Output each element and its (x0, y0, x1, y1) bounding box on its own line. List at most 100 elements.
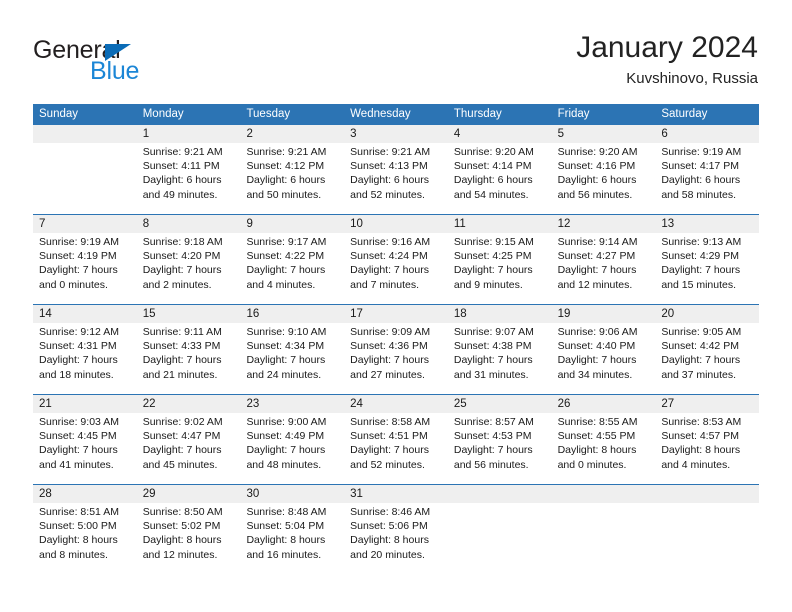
day-cell[interactable]: Sunrise: 9:12 AM Sunset: 4:31 PM Daylight:… (33, 323, 137, 394)
day-cell[interactable]: Sunrise: 9:11 AM Sunset: 4:33 PM Daylight:… (137, 323, 241, 394)
day-number[interactable]: 2 (240, 125, 344, 143)
day-daylight-text: Daylight: 6 hours (350, 174, 429, 187)
day-daylight-text: Daylight: 7 hours (453, 444, 533, 457)
day-number[interactable]: 22 (137, 395, 241, 413)
day-number[interactable]: 30 (240, 485, 344, 503)
day-daylight-text: Daylight: 8 hours (350, 534, 429, 547)
day-number[interactable]: 1 (137, 125, 241, 143)
day-daylight-text: Daylight: 7 hours (661, 264, 741, 277)
day-daylight-text: Daylight: 6 hours (557, 174, 637, 187)
day-number[interactable]: 13 (655, 215, 759, 233)
day-number[interactable]: 11 (448, 215, 552, 233)
day-detail-band: Sunrise: 9:19 AM Sunset: 4:19 PM Daylight:… (33, 233, 759, 304)
day-sunset-text: Sunset: 5:04 PM (246, 520, 325, 533)
day-number[interactable]: 28 (33, 485, 137, 503)
day-daylight-text: and 16 minutes. (246, 548, 322, 561)
day-cell[interactable]: Sunrise: 9:00 AM Sunset: 4:49 PM Daylight:… (240, 413, 344, 484)
day-daylight-text: Daylight: 7 hours (350, 354, 429, 367)
day-number[interactable]: 8 (137, 215, 241, 233)
day-number[interactable]: 25 (448, 395, 552, 413)
calendar-week-row: 14 15 16 17 18 19 20 Sunrise: 9:12 AM Sunset: 4:… (33, 304, 759, 394)
day-daylight-text: and 31 minutes. (453, 368, 529, 381)
day-cell[interactable]: Sunrise: 9:14 AM Sunset: 4:27 PM Daylight:… (552, 233, 656, 304)
day-cell[interactable]: Sunrise: 9:05 AM Sunset: 4:42 PM Daylight:… (655, 323, 759, 394)
day-cell[interactable]: Sunrise: 9:21 AM Sunset: 4:11 PM Daylight:… (137, 143, 241, 214)
day-number[interactable]: 14 (33, 305, 137, 323)
day-number[interactable]: 23 (240, 395, 344, 413)
day-number[interactable]: 12 (552, 215, 656, 233)
day-cell[interactable]: Sunrise: 9:21 AM Sunset: 4:12 PM Daylight:… (240, 143, 344, 214)
day-number[interactable]: 18 (448, 305, 552, 323)
day-cell[interactable]: Sunrise: 9:07 AM Sunset: 4:38 PM Daylight:… (448, 323, 552, 394)
day-sunrise-text: Sunrise: 9:06 AM (557, 326, 638, 338)
day-daylight-text: and 9 minutes. (453, 278, 523, 291)
day-cell[interactable]: Sunrise: 8:50 AM Sunset: 5:02 PM Daylight:… (137, 503, 241, 576)
day-number[interactable]: 16 (240, 305, 344, 323)
day-cell[interactable]: Sunrise: 9:19 AM Sunset: 4:19 PM Daylight:… (33, 233, 137, 304)
day-daylight-text: Daylight: 7 hours (39, 444, 118, 457)
day-cell[interactable]: Sunrise: 9:06 AM Sunset: 4:40 PM Daylight:… (552, 323, 656, 394)
day-number[interactable]: 29 (137, 485, 241, 503)
day-sunset-text: Sunset: 4:40 PM (557, 340, 636, 353)
day-number-empty (33, 125, 137, 143)
day-number[interactable]: 27 (655, 395, 759, 413)
day-daylight-text: and 0 minutes. (39, 278, 108, 291)
day-daylight-text: and 0 minutes. (557, 458, 627, 471)
logo-text-blue: Blue (90, 57, 140, 85)
day-cell[interactable]: Sunrise: 8:53 AM Sunset: 4:57 PM Daylight:… (655, 413, 759, 484)
day-cell[interactable]: Sunrise: 8:46 AM Sunset: 5:06 PM Daylight:… (344, 503, 448, 576)
day-number[interactable]: 9 (240, 215, 344, 233)
day-sunrise-text: Sunrise: 9:21 AM (246, 146, 327, 158)
day-number[interactable]: 26 (552, 395, 656, 413)
day-cell[interactable]: Sunrise: 9:19 AM Sunset: 4:17 PM Daylight:… (655, 143, 759, 214)
day-sunrise-text: Sunrise: 8:57 AM (453, 416, 534, 428)
calendar-week-row: 21 22 23 24 25 26 27 Sunrise: 9:03 AM Sunset: 4:… (33, 394, 759, 484)
day-number[interactable]: 19 (552, 305, 656, 323)
day-number[interactable]: 10 (344, 215, 448, 233)
day-number-band: 28 29 30 31 (33, 485, 759, 503)
day-cell[interactable]: Sunrise: 9:09 AM Sunset: 4:36 PM Daylight:… (344, 323, 448, 394)
day-cell[interactable]: Sunrise: 9:15 AM Sunset: 4:25 PM Daylight:… (448, 233, 552, 304)
day-cell[interactable]: Sunrise: 9:02 AM Sunset: 4:47 PM Daylight:… (137, 413, 241, 484)
day-cell[interactable]: Sunrise: 9:17 AM Sunset: 4:22 PM Daylight:… (240, 233, 344, 304)
day-number[interactable]: 3 (344, 125, 448, 143)
day-number[interactable]: 20 (655, 305, 759, 323)
day-number[interactable]: 21 (33, 395, 137, 413)
day-number[interactable]: 15 (137, 305, 241, 323)
day-daylight-text: Daylight: 6 hours (661, 174, 741, 187)
day-cell[interactable]: Sunrise: 9:03 AM Sunset: 4:45 PM Daylight:… (33, 413, 137, 484)
calendar-week-row: 1 2 3 4 5 6 Sunrise: 9:21 AM Sunset: 4:11 PM Day… (33, 125, 759, 214)
day-cell[interactable]: Sunrise: 8:55 AM Sunset: 4:55 PM Daylight:… (552, 413, 656, 484)
day-daylight-text: and 58 minutes. (661, 188, 737, 201)
day-number[interactable]: 6 (655, 125, 759, 143)
day-cell[interactable]: Sunrise: 9:16 AM Sunset: 4:24 PM Daylight:… (344, 233, 448, 304)
day-cell[interactable]: Sunrise: 8:51 AM Sunset: 5:00 PM Daylight:… (33, 503, 137, 576)
day-sunset-text: Sunset: 4:45 PM (39, 430, 117, 443)
day-cell[interactable]: Sunrise: 9:10 AM Sunset: 4:34 PM Daylight:… (240, 323, 344, 394)
day-cell[interactable]: Sunrise: 9:18 AM Sunset: 4:20 PM Daylight:… (137, 233, 241, 304)
day-sunset-text: Sunset: 4:31 PM (39, 340, 117, 353)
day-daylight-text: and 7 minutes. (350, 278, 420, 291)
day-cell[interactable]: Sunrise: 8:48 AM Sunset: 5:04 PM Daylight:… (240, 503, 344, 576)
day-daylight-text: and 48 minutes. (246, 458, 322, 471)
day-cell[interactable]: Sunrise: 8:57 AM Sunset: 4:53 PM Daylight:… (448, 413, 552, 484)
calendar-week-row: 7 8 9 10 11 12 13 Sunrise: 9:19 AM Sunset: 4:19 … (33, 214, 759, 304)
day-daylight-text: and 2 minutes. (142, 278, 212, 291)
day-number[interactable]: 7 (33, 215, 137, 233)
day-sunrise-text: Sunrise: 8:51 AM (39, 506, 119, 518)
day-daylight-text: Daylight: 6 hours (142, 174, 222, 187)
day-sunset-text: Sunset: 4:27 PM (557, 250, 636, 263)
day-cell[interactable]: Sunrise: 9:21 AM Sunset: 4:13 PM Daylight:… (344, 143, 448, 214)
day-number[interactable]: 31 (344, 485, 448, 503)
day-number[interactable]: 4 (448, 125, 552, 143)
general-blue-logo[interactable]: General Blue (33, 36, 253, 94)
day-cell[interactable]: Sunrise: 9:20 AM Sunset: 4:16 PM Daylight:… (552, 143, 656, 214)
day-cell[interactable]: Sunrise: 9:13 AM Sunset: 4:29 PM Daylight:… (655, 233, 759, 304)
day-sunrise-text: Sunrise: 9:19 AM (661, 146, 742, 158)
day-sunrise-text: Sunrise: 9:21 AM (142, 146, 223, 158)
day-number[interactable]: 24 (344, 395, 448, 413)
day-number[interactable]: 5 (552, 125, 656, 143)
day-number[interactable]: 17 (344, 305, 448, 323)
day-cell[interactable]: Sunrise: 9:20 AM Sunset: 4:14 PM Daylight:… (448, 143, 552, 214)
day-cell[interactable]: Sunrise: 8:58 AM Sunset: 4:51 PM Daylight:… (344, 413, 448, 484)
